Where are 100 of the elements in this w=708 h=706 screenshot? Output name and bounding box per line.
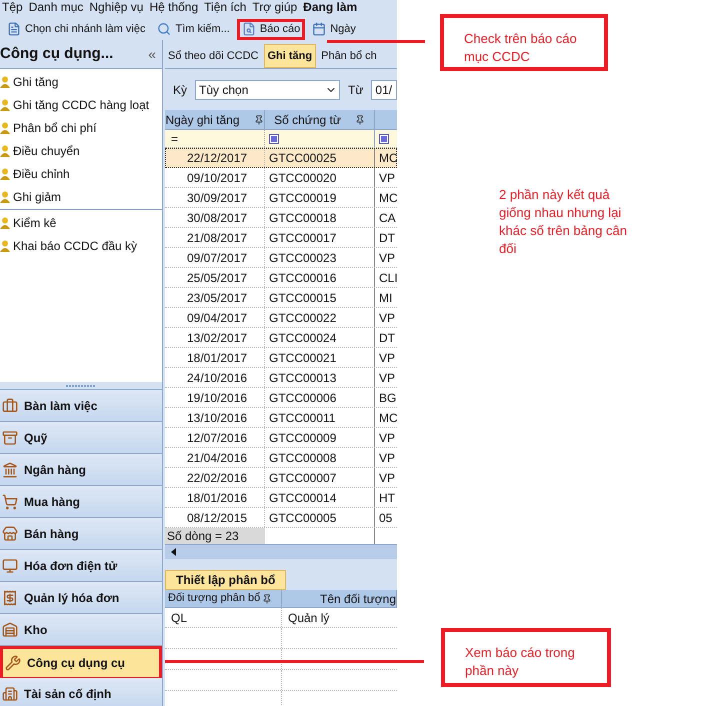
filter-condition-icon[interactable]	[269, 134, 279, 144]
task-item[interactable]: Điều chuyển	[0, 139, 162, 162]
table-row[interactable]: 12/07/2016 GTCC00009 VP	[165, 428, 397, 448]
menu-item[interactable]: Nghiệp vụ	[89, 0, 144, 14]
table-cell-text: VP	[378, 430, 396, 446]
table-cell-text: VP	[378, 450, 396, 466]
tab[interactable]: Phân bổ ch	[318, 44, 380, 68]
module-button[interactable]: Tài sản cố định	[0, 678, 162, 706]
table-row[interactable]: 18/01/2017 GTCC00021 VP	[165, 348, 397, 368]
tab[interactable]: Thiết lập phân bổ	[165, 570, 286, 590]
table-cell-text: MC	[378, 410, 397, 426]
store-icon	[2, 526, 18, 542]
table-cell: 13/02/2017	[165, 328, 265, 347]
task-item[interactable]: Điều chỉnh	[0, 162, 162, 185]
toolbar-button[interactable]: Tìm kiếm...	[152, 18, 235, 40]
menu-item[interactable]: Đang làm	[303, 0, 358, 14]
table-cell: GTCC00016	[265, 268, 375, 287]
table-cell: GTCC00024	[265, 328, 375, 347]
table-cell: 30/08/2017	[165, 208, 265, 227]
tab[interactable]: Ghi tăng	[264, 44, 316, 68]
table-cell: GTCC00021	[265, 348, 375, 367]
table-cell: 23/05/2017	[165, 288, 265, 307]
menu-item[interactable]: Danh mục	[28, 0, 84, 14]
task-item[interactable]: Ghi tăng	[0, 70, 162, 93]
toolbar-button[interactable]: Báo cáo	[236, 18, 306, 40]
table-row[interactable]: 22/12/2017 GTCC00025 MC	[165, 148, 397, 168]
toolbar-button[interactable]: Ngày	[307, 18, 361, 40]
column-header[interactable]: Số chứng từ	[265, 110, 375, 129]
tab[interactable]: Sổ theo dõi CCDC	[165, 44, 262, 68]
pin-icon[interactable]	[262, 594, 272, 604]
menu-item[interactable]: Tiện ích	[204, 0, 246, 14]
table-row[interactable]: 13/10/2016 GTCC00011 MC	[165, 408, 397, 428]
table-row[interactable]: 09/04/2017 GTCC00022 VP	[165, 308, 397, 328]
table-cell: GTCC00017	[265, 228, 375, 247]
table-row[interactable]: 09/10/2017 GTCC00020 VP	[165, 168, 397, 188]
filter-operator[interactable]: =	[171, 130, 178, 148]
module-button[interactable]: Quản lý hóa đơn	[0, 582, 162, 614]
task-item[interactable]: Phân bổ chi phí	[0, 116, 162, 139]
table-row[interactable]: 09/07/2017 GTCC00023 VP	[165, 248, 397, 268]
table-row[interactable]: 21/04/2016 GTCC00008 VP	[165, 448, 397, 468]
menu-item[interactable]: Hệ thống	[149, 0, 198, 14]
field-label: Từ	[348, 82, 364, 98]
pin-icon[interactable]	[354, 114, 365, 124]
table-cell-text: VP	[378, 470, 396, 486]
table-cell: 21/04/2016	[165, 448, 265, 467]
pin-icon[interactable]	[254, 114, 264, 124]
table-cell: 24/10/2016	[165, 368, 265, 387]
table-cell: GTCC00005	[265, 508, 375, 527]
date-field[interactable]: 01/	[371, 80, 397, 100]
table-cell: 22/12/2017	[165, 148, 265, 167]
menu-item[interactable]: Tệp	[2, 0, 23, 14]
table-row[interactable]: 24/10/2016 GTCC00013 VP	[165, 368, 397, 388]
table-row[interactable]: 23/05/2017 GTCC00015 MI	[165, 288, 397, 308]
table-cell: 25/05/2017	[165, 268, 265, 287]
table-cell: GTCC00011	[265, 408, 375, 427]
table-cell: 19/10/2016	[165, 388, 265, 407]
person-icon	[0, 168, 10, 180]
table-row[interactable]: 19/10/2016 GTCC00006 BG	[165, 388, 397, 408]
task-item[interactable]: Ghi giảm	[0, 185, 162, 208]
task-item[interactable]: Khai báo CCDC đầu kỳ	[0, 234, 162, 257]
module-button[interactable]: Mua hàng	[0, 486, 162, 518]
table-cell: 09/07/2017	[165, 248, 265, 267]
table-cell-text: CA	[378, 210, 397, 226]
table-row[interactable]: 18/01/2016 GTCC00014 HT	[165, 488, 397, 508]
table-cell-text: VP	[378, 310, 396, 326]
annotation-note: 2 phần này kết quả giống nhau nhưng lại khác số trên bảng cân đối	[499, 186, 628, 258]
collapse-button[interactable]: «	[148, 44, 156, 64]
scroll-left-icon[interactable]	[171, 548, 176, 556]
column-header[interactable]: Tên đối tượng	[282, 590, 397, 607]
search-icon	[157, 22, 172, 36]
column-header[interactable]: Ngày ghi tăng	[165, 110, 265, 129]
annotation-callout: Check trên báo cáo mục CCDC	[440, 14, 608, 71]
module-button[interactable]: Ngân hàng	[0, 454, 162, 486]
module-button[interactable]: Bàn làm việc	[0, 390, 162, 422]
period-select[interactable]: Tùy chọn	[195, 80, 340, 100]
task-item[interactable]: Kiểm kê	[0, 211, 162, 234]
table-row[interactable]: 30/08/2017 GTCC00018 CA	[165, 208, 397, 228]
module-button[interactable]: Bán hàng	[0, 518, 162, 550]
module-button[interactable]: Công cụ dụng cụ	[0, 646, 162, 678]
filter-condition-icon[interactable]	[379, 134, 389, 144]
row-count: Số dòng = 23	[165, 528, 265, 544]
table-row[interactable]: 21/08/2017 GTCC00017 DT	[165, 228, 397, 248]
table-cell: GTCC00009	[265, 428, 375, 447]
table-row[interactable]: 22/02/2016 GTCC00007 VP	[165, 468, 397, 488]
table-cell: GTCC00019	[265, 188, 375, 207]
person-icon	[0, 122, 10, 134]
table-row[interactable]: 30/09/2017 GTCC00019 MC	[165, 188, 397, 208]
menu-item[interactable]: Trợ giúp	[252, 0, 298, 14]
briefcase-icon	[2, 398, 18, 414]
table-row[interactable]: 13/02/2017 GTCC00024 DT	[165, 328, 397, 348]
table-cell-text: Quản lý	[287, 610, 330, 626]
toolbar-button[interactable]: Chọn chi nhánh làm việc	[2, 18, 150, 40]
column-header[interactable]: Đối tượng phân bổ	[165, 590, 282, 607]
module-button[interactable]: Kho	[0, 614, 162, 646]
table-row[interactable]: 25/05/2017 GTCC00016 CLI	[165, 268, 397, 288]
module-button[interactable]: Quỹ	[0, 422, 162, 454]
module-button[interactable]: Hóa đơn điện tử	[0, 550, 162, 582]
task-item[interactable]: Ghi tăng CCDC hàng loạt	[0, 93, 162, 116]
table-cell-text: BG	[378, 390, 397, 406]
table-cell: 21/08/2017	[165, 228, 265, 247]
